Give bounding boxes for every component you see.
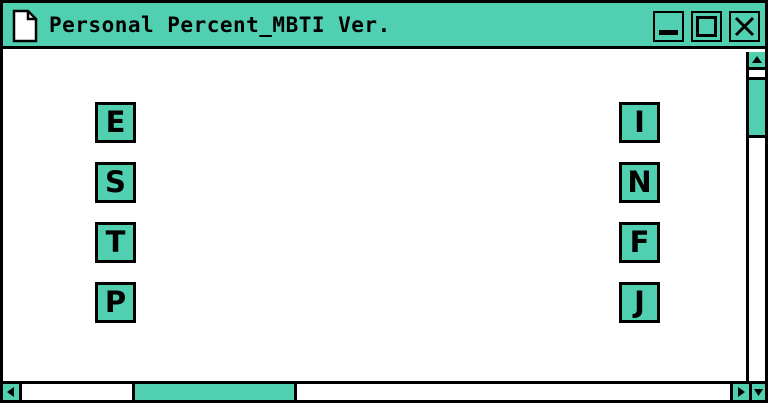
close-icon	[734, 16, 755, 37]
horizontal-scrollbar[interactable]	[3, 381, 765, 400]
mbti-letter-p[interactable]: P	[95, 282, 136, 323]
mbti-letter-n[interactable]: N	[619, 162, 660, 203]
horizontal-scroll-thumb[interactable]	[132, 384, 297, 400]
arrow-down-icon	[754, 389, 763, 396]
minimize-icon	[659, 30, 678, 35]
mbti-letter-e[interactable]: E	[95, 102, 136, 143]
scroll-left-button[interactable]	[3, 384, 22, 400]
document-icon	[12, 9, 38, 43]
scroll-up-button[interactable]	[749, 52, 765, 70]
title-bar[interactable]: Personal Percent_MBTI Ver.	[3, 3, 765, 49]
arrow-up-icon	[752, 56, 762, 63]
content-area: E S T P I N F J	[3, 52, 746, 381]
scroll-right-button[interactable]	[730, 384, 749, 400]
maximize-button[interactable]	[691, 11, 722, 42]
window-title: Personal Percent_MBTI Ver.	[49, 13, 391, 37]
arrow-left-icon	[7, 387, 14, 397]
scroll-down-button[interactable]	[749, 384, 765, 400]
minimize-button[interactable]	[653, 11, 684, 42]
mbti-letter-t[interactable]: T	[95, 222, 136, 263]
vertical-scroll-track[interactable]	[749, 70, 765, 80]
mbti-letter-j[interactable]: J	[619, 282, 660, 323]
vertical-scroll-thumb[interactable]	[749, 80, 765, 138]
vertical-scrollbar[interactable]	[746, 52, 765, 381]
close-button[interactable]	[729, 11, 760, 42]
maximize-icon	[696, 16, 717, 37]
mbti-letter-f[interactable]: F	[619, 222, 660, 263]
app-window: Personal Percent_MBTI Ver. E S T P I N F…	[0, 0, 768, 403]
mbti-letter-i[interactable]: I	[619, 102, 660, 143]
mbti-letter-s[interactable]: S	[95, 162, 136, 203]
arrow-right-icon	[738, 387, 745, 397]
